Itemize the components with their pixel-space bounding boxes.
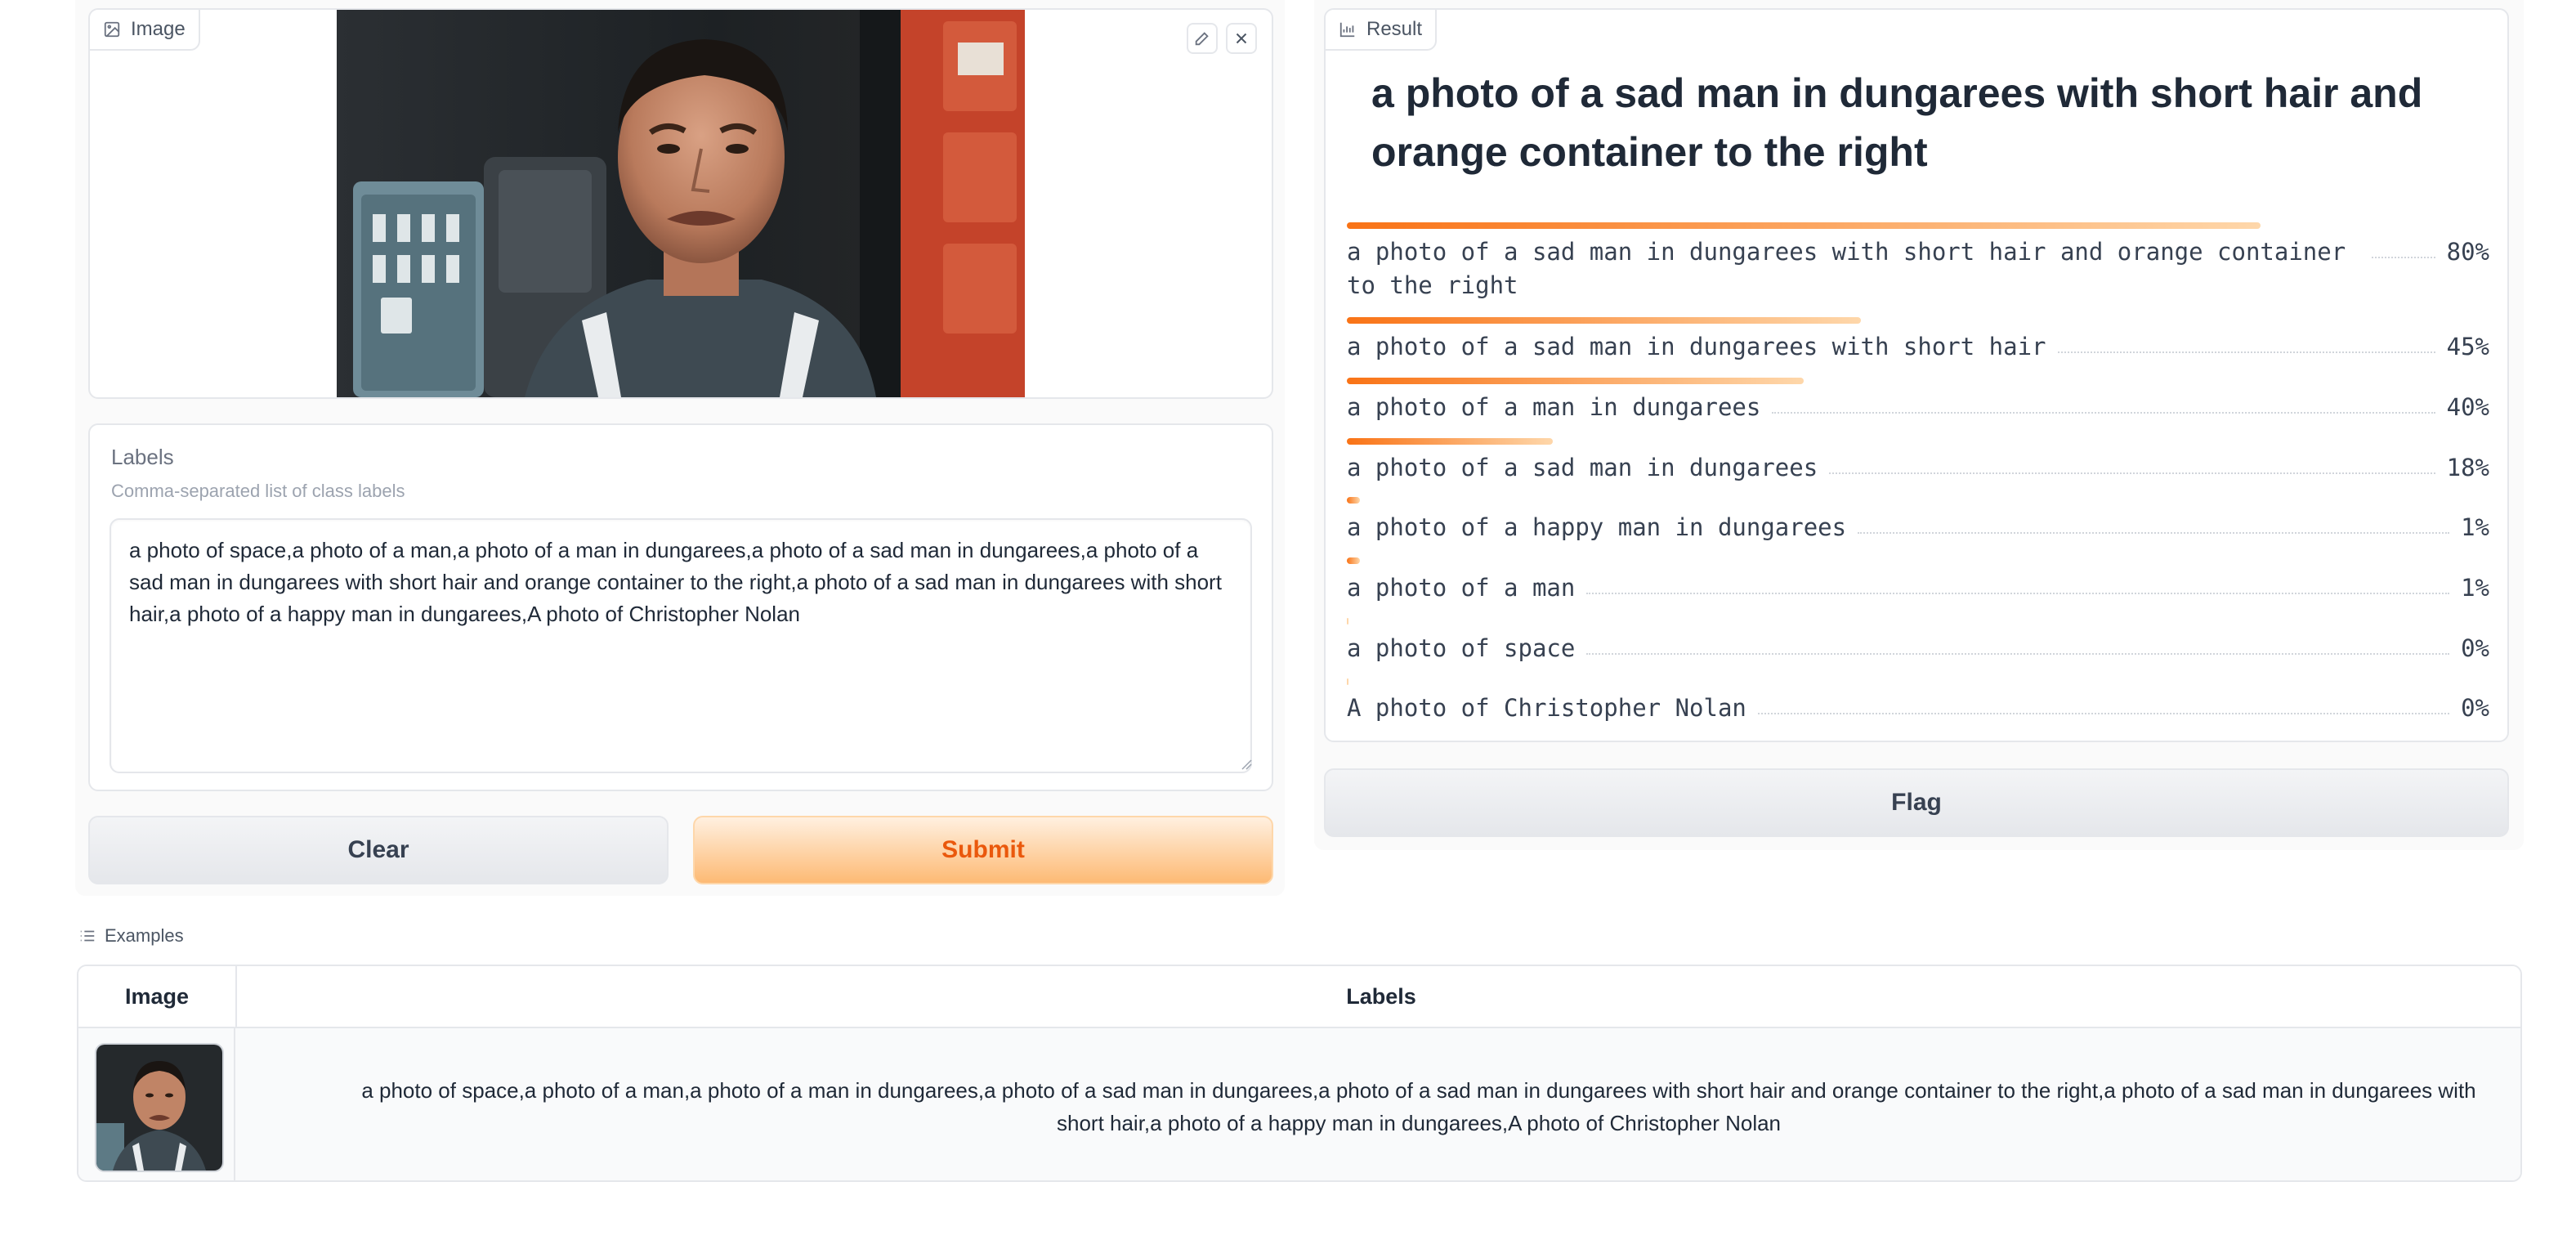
confidence-leader-dots xyxy=(2057,330,2435,353)
example-thumbnail[interactable] xyxy=(95,1043,224,1172)
labels-title: Labels xyxy=(111,445,174,469)
edit-image-button[interactable] xyxy=(1187,23,1218,54)
result-block-label: Result xyxy=(1326,10,1438,51)
submit-button[interactable]: Submit xyxy=(693,816,1273,884)
labels-info: Comma-separated list of class labels xyxy=(111,481,405,501)
close-icon xyxy=(1236,33,1247,44)
confidence-bar xyxy=(1347,378,1805,384)
example-labels-cell[interactable]: a photo of space,a photo of a man,a phot… xyxy=(315,1028,2520,1180)
confidence-percent: 1% xyxy=(2461,513,2489,541)
result-label-text: Result xyxy=(1366,18,1423,40)
confidence-text: a photo of a sad man in dungarees with s… xyxy=(1347,235,2489,302)
labels-panel: Labels Comma-separated list of class lab… xyxy=(88,423,1273,791)
examples-header-labels: Labels xyxy=(235,966,2520,1027)
confidence-percent: 0% xyxy=(2461,634,2489,662)
labels-textarea[interactable]: a photo of space,a photo of a man,a phot… xyxy=(110,518,1252,773)
confidence-text: a photo of a sad man in dungarees with s… xyxy=(1347,330,2489,364)
examples-table: Image Labels a photo of space,a photo of… xyxy=(77,965,2522,1182)
image-icon xyxy=(104,21,120,38)
examples-header-image: Image xyxy=(78,966,235,1027)
confidence-bar xyxy=(1347,618,1348,624)
confidence-bar xyxy=(1347,678,1348,685)
pencil-icon xyxy=(1195,32,1209,46)
confidence-percent: 40% xyxy=(2446,393,2489,421)
confidence-bar xyxy=(1347,497,1360,504)
confidence-label: a photo of a sad man in dungarees with s… xyxy=(1347,238,2346,299)
confidence-label: a photo of a sad man in dungarees with s… xyxy=(1347,333,2046,360)
clear-button[interactable]: Clear xyxy=(88,816,669,884)
confidence-leader-dots xyxy=(1757,692,2450,714)
examples-header: Examples xyxy=(78,925,184,947)
confidence-leader-dots xyxy=(1858,511,2450,534)
clear-image-button[interactable] xyxy=(1226,23,1257,54)
confidence-leader-dots xyxy=(1586,632,2450,655)
bar-chart-icon xyxy=(1339,22,1355,38)
confidence-text: a photo of a man in dungarees 40% xyxy=(1347,391,2489,424)
top-prediction-label: a photo of a sad man in dungarees with s… xyxy=(1371,70,2423,175)
example-row[interactable]: a photo of space,a photo of a man,a phot… xyxy=(78,1027,2520,1180)
confidence-text: A photo of Christopher Nolan 0% xyxy=(1347,692,2489,725)
examples-title: Examples xyxy=(105,925,184,946)
confidence-percent: 80% xyxy=(2446,238,2489,266)
confidence-label: A photo of Christopher Nolan xyxy=(1347,694,1746,722)
uploaded-photo xyxy=(337,10,1025,397)
confidence-percent: 45% xyxy=(2446,333,2489,360)
confidence-percent: 0% xyxy=(2461,694,2489,722)
confidence-bar xyxy=(1347,557,1360,564)
confidence-leader-dots xyxy=(1586,571,2450,594)
confidence-label: a photo of a man in dungarees xyxy=(1347,393,1761,421)
confidence-label: a photo of a man xyxy=(1347,574,1576,602)
confidence-label: a photo of a happy man in dungarees xyxy=(1347,513,1847,541)
list-icon xyxy=(80,930,95,942)
confidence-text: a photo of space 0% xyxy=(1347,632,2489,665)
example-image-cell[interactable] xyxy=(78,1028,235,1180)
confidence-text: a photo of a man 1% xyxy=(1347,571,2489,605)
image-label-text: Image xyxy=(131,18,186,40)
image-input-panel[interactable]: Image xyxy=(88,8,1273,399)
confidence-bar xyxy=(1347,438,1553,445)
confidence-percent: 18% xyxy=(2446,454,2489,481)
resize-handle-icon[interactable] xyxy=(1241,759,1252,770)
confidence-leader-dots xyxy=(1772,391,2435,414)
confidence-label: a photo of space xyxy=(1347,634,1576,662)
confidence-bar xyxy=(1347,317,1862,324)
confidence-bar xyxy=(1347,222,2261,229)
confidence-label: a photo of a sad man in dungarees xyxy=(1347,454,1818,481)
confidence-leader-dots xyxy=(2372,235,2435,258)
image-block-label: Image xyxy=(90,10,200,51)
confidence-leader-dots xyxy=(1829,451,2435,474)
confidence-text: a photo of a happy man in dungarees 1% xyxy=(1347,511,2489,544)
flag-button[interactable]: Flag xyxy=(1324,768,2509,837)
confidence-text: a photo of a sad man in dungarees 18% xyxy=(1347,451,2489,485)
confidence-percent: 1% xyxy=(2461,574,2489,602)
